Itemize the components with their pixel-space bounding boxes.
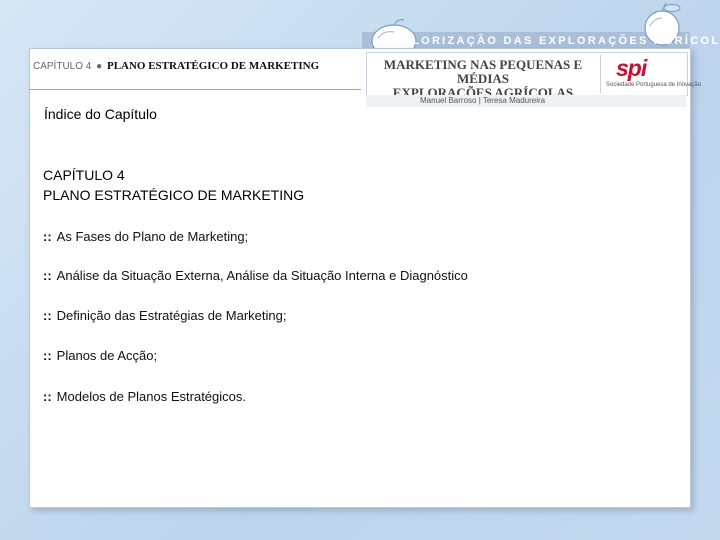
list-item: :: Modelos de Planos Estratégicos. — [43, 389, 246, 404]
list-marker: :: — [43, 389, 52, 404]
authors: Manuel Barroso | Teresa Madureira — [420, 96, 546, 105]
book-title: MARKETING NAS PEQUENAS E MÉDIAS EXPLORAÇ… — [377, 58, 589, 100]
list-marker: :: — [43, 268, 52, 283]
list-marker: :: — [43, 229, 52, 244]
list-marker: :: — [43, 348, 52, 363]
list-item-text: Definição das Estratégias de Marketing; — [56, 308, 287, 323]
list-item-text: As Fases do Plano de Marketing; — [56, 229, 249, 244]
list-item: :: Planos de Acção; — [43, 348, 157, 363]
publisher-name: Sociedade Portuguesa de Inovação — [606, 82, 702, 88]
list-item-text: Análise da Situação Externa, Análise da … — [56, 268, 468, 283]
spi-logo: spi — [616, 55, 647, 81]
book-logo-box: MARKETING NAS PEQUENAS E MÉDIAS EXPLORAÇ… — [366, 52, 701, 100]
chapter-header: CAPÍTULO 4 ● PLANO ESTRATÉGICO DE MARKET… — [33, 60, 319, 72]
chapter-label: CAPÍTULO 4 — [33, 61, 92, 72]
list-marker: :: — [43, 308, 52, 323]
brand-banner-text: VALORIZAÇÃO DAS EXPLORAÇÕES AGRÍCOLAS — [393, 35, 720, 47]
list-item: :: Definição das Estratégias de Marketing… — [43, 308, 286, 323]
chapter-header-title: PLANO ESTRATÉGICO DE MARKETING — [106, 60, 320, 72]
index-title: Índice do Capítulo — [44, 106, 157, 122]
chapter-number: CAPÍTULO 4 — [43, 167, 125, 183]
list-item-text: Modelos de Planos Estratégicos. — [56, 389, 246, 404]
list-item: :: As Fases do Plano de Marketing; — [43, 229, 248, 244]
chapter-name: PLANO ESTRATÉGICO DE MARKETING — [43, 187, 305, 203]
list-item: :: Análise da Situação Externa, Análise d… — [43, 268, 468, 283]
logo-divider — [600, 55, 601, 93]
book-title-line-1: MARKETING NAS PEQUENAS E MÉDIAS — [383, 57, 583, 86]
bullet-dot: ● — [96, 61, 103, 72]
header-rule — [29, 89, 361, 90]
list-item-text: Planos de Acção; — [56, 348, 158, 363]
